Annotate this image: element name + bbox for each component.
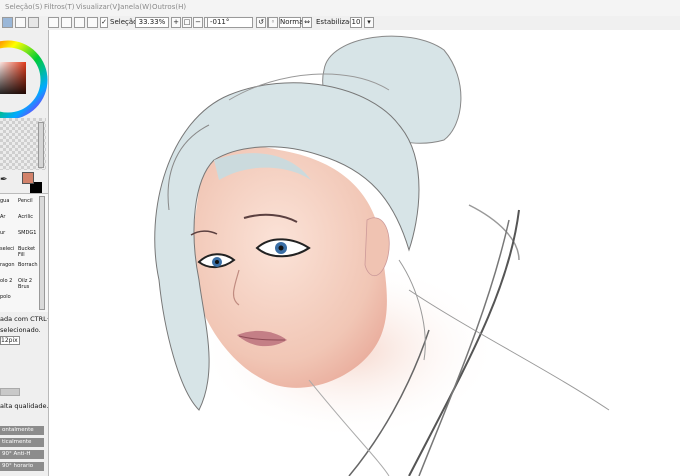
- color-wheel-area[interactable]: [0, 30, 48, 130]
- new-icon[interactable]: [48, 17, 59, 28]
- selection-checkbox[interactable]: ✓: [100, 17, 108, 28]
- rotate-left-icon[interactable]: ↺: [256, 17, 266, 28]
- brush-scrollbar[interactable]: [39, 196, 45, 310]
- zoom-out-icon[interactable]: −: [193, 17, 203, 28]
- deselect-icon[interactable]: [28, 17, 39, 28]
- brush-item[interactable]: Acrilic: [18, 214, 33, 220]
- brush-item[interactable]: Fill: [18, 252, 25, 258]
- hint-text: ada com CTRL+LB: [0, 315, 48, 323]
- menu-bar: Seleção(S) Filtros(T) Visualizar(V) Jane…: [0, 0, 680, 17]
- brush-item[interactable]: olo 2: [0, 278, 12, 284]
- brush-item[interactable]: seleci: [0, 246, 14, 252]
- paste-icon[interactable]: [74, 17, 85, 28]
- selection-label: Seleção: [110, 18, 138, 26]
- primary-color-swatch[interactable]: [22, 172, 34, 184]
- copy-icon[interactable]: [61, 17, 72, 28]
- eyedropper-icon[interactable]: ✒: [0, 175, 8, 185]
- flip-vertical-button[interactable]: ticalmente: [0, 438, 44, 447]
- brush-item[interactable]: polo: [0, 294, 11, 300]
- brush-item[interactable]: ragon: [0, 262, 15, 268]
- menu-selecao[interactable]: Seleção(S): [5, 3, 42, 11]
- quality-button[interactable]: [0, 388, 20, 396]
- rotate-ccw-button[interactable]: 90° Anti-H: [0, 450, 44, 459]
- brush-item[interactable]: gua: [0, 198, 9, 204]
- mixer-scrollbar[interactable]: [38, 122, 44, 168]
- menu-filtros[interactable]: Filtros(T): [44, 3, 75, 11]
- drawing-canvas[interactable]: [49, 30, 680, 476]
- hint-text: selecionado.: [0, 326, 41, 334]
- menu-janela[interactable]: Janela(W): [118, 3, 152, 11]
- layer-icon[interactable]: [87, 17, 98, 28]
- menu-outros[interactable]: Outros(H): [152, 3, 186, 11]
- rotate-cw-button[interactable]: 90° horario: [0, 462, 44, 471]
- zoom-fit-icon[interactable]: □: [182, 17, 192, 28]
- stabilizer-dropdown-icon[interactable]: ▾: [364, 17, 374, 28]
- left-panel: ✒ gua Pencil Ar Acrilic ur SMDG1 seleci …: [0, 30, 49, 476]
- rotation-field[interactable]: -011°: [207, 17, 253, 28]
- brush-size-field[interactable]: 12pix: [0, 336, 20, 345]
- zoom-in-icon[interactable]: +: [171, 17, 181, 28]
- artwork: [154, 35, 610, 476]
- menu-visualizar[interactable]: Visualizar(V): [76, 3, 120, 11]
- brush-grid: gua Pencil Ar Acrilic ur SMDG1 seleci Bu…: [0, 193, 48, 312]
- select-tool-icon[interactable]: [15, 17, 26, 28]
- brush-item[interactable]: SMDG1: [18, 230, 36, 236]
- brush-item[interactable]: Pencil: [18, 198, 33, 204]
- stabilizer-field[interactable]: 10: [350, 17, 362, 28]
- brush-item[interactable]: Ar: [0, 214, 5, 220]
- brush-item[interactable]: ur: [0, 230, 5, 236]
- toolbar: ✓ Seleção 33.33% + □ − ◦ -011° ↺ ↻ ◦ Nor…: [0, 16, 680, 31]
- brush-item[interactable]: Borrach: [18, 262, 38, 268]
- brush-item[interactable]: Brus: [18, 284, 29, 290]
- quality-text: alta qualidade.: [0, 402, 49, 410]
- color-toggle-icon[interactable]: [2, 17, 13, 28]
- flip-horizontal-button[interactable]: ontalmente: [0, 426, 44, 435]
- flip-icon[interactable]: ⇔: [302, 17, 312, 28]
- rotate-reset-icon[interactable]: ◦: [268, 17, 278, 28]
- blend-mode-select[interactable]: Normal: [279, 17, 305, 28]
- zoom-field[interactable]: 33.33%: [135, 17, 169, 28]
